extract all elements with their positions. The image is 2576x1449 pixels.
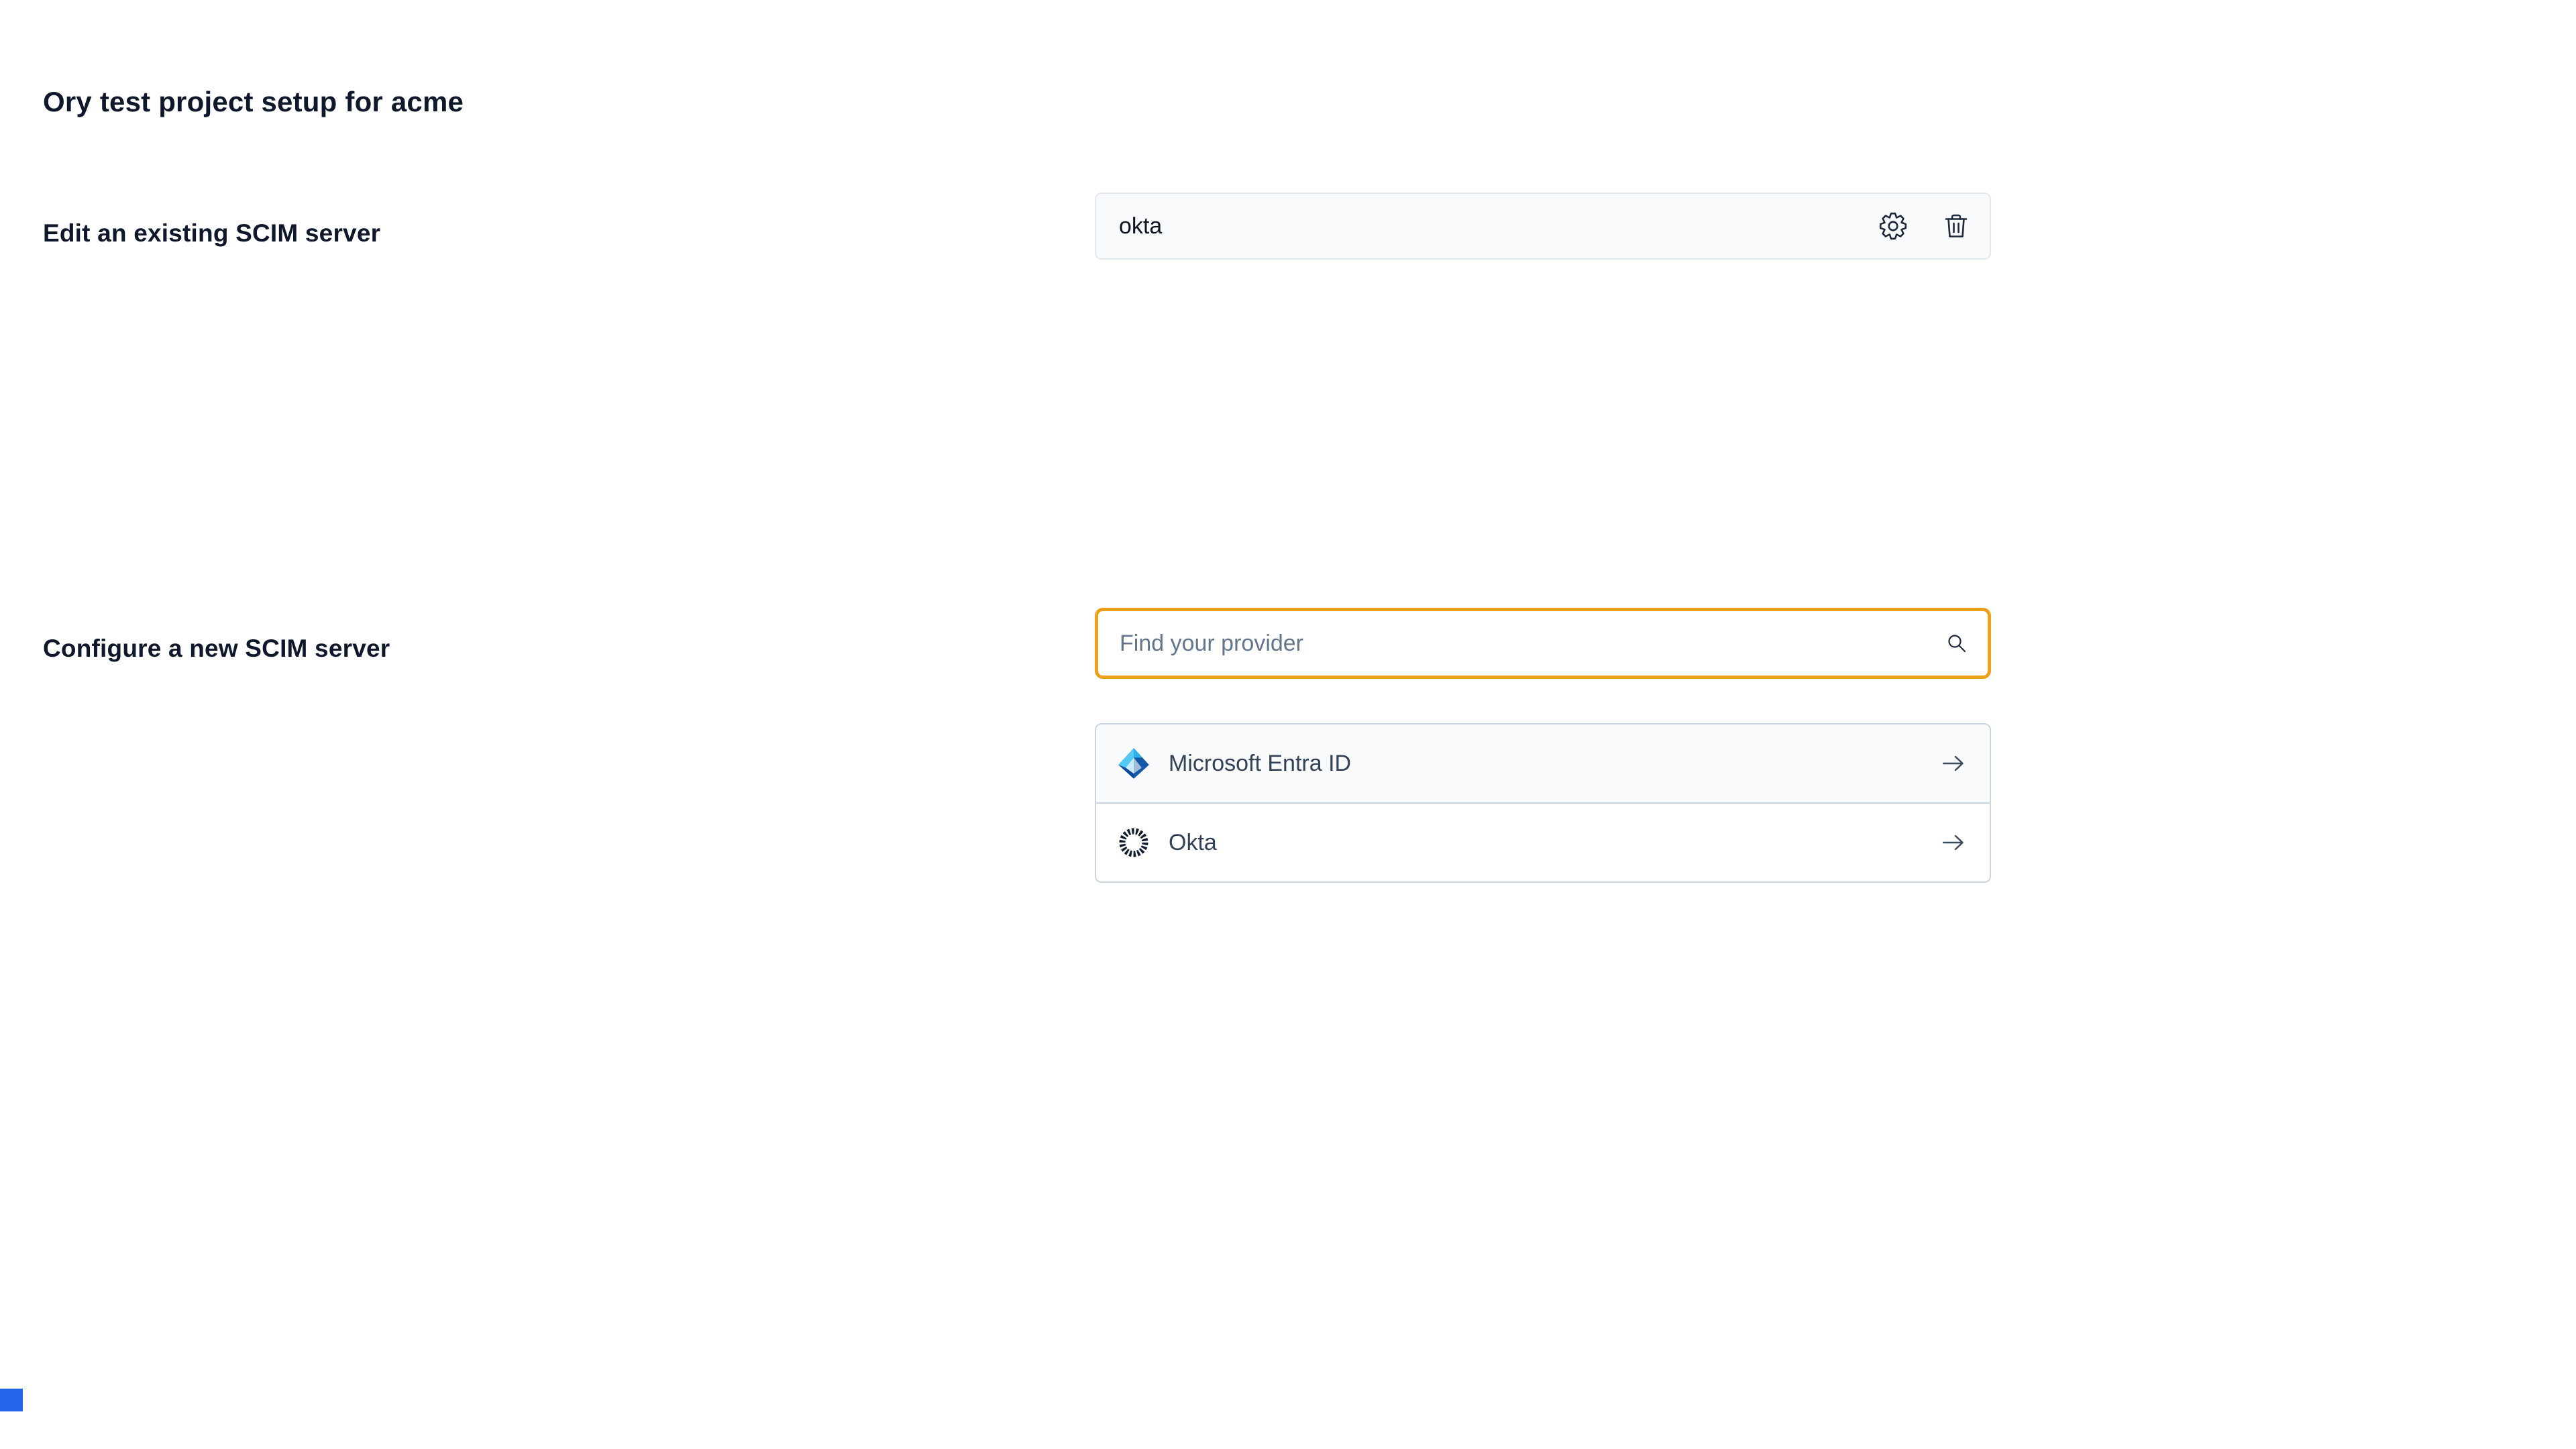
blue-square-artifact: [0, 1389, 23, 1411]
arrow-right-icon: [1939, 828, 1968, 857]
scim-setup-page: Ory test project setup for acme Edit an …: [0, 0, 2576, 1449]
gear-icon: [1878, 211, 1908, 241]
provider-name: Microsoft Entra ID: [1169, 751, 1939, 777]
search-icon: [1943, 630, 1970, 657]
okta-logo: [1116, 825, 1151, 860]
provider-list: Microsoft Entra ID Okta: [1095, 723, 1991, 883]
provider-name: Okta: [1169, 830, 1939, 856]
arrow-right-icon: [1939, 749, 1968, 778]
edit-scim-heading: Edit an existing SCIM server: [43, 219, 380, 248]
server-name: okta: [1119, 213, 1878, 239]
delete-server-button[interactable]: [1941, 211, 1971, 241]
configure-scim-heading: Configure a new SCIM server: [43, 635, 390, 663]
provider-search-box[interactable]: [1095, 608, 1991, 679]
provider-row-okta[interactable]: Okta: [1096, 802, 1990, 881]
provider-search-input[interactable]: [1118, 630, 1943, 657]
configure-server-button[interactable]: [1878, 211, 1908, 241]
microsoft-entra-id-logo: [1116, 746, 1151, 781]
page-title: Ory test project setup for acme: [43, 86, 464, 118]
existing-server-row[interactable]: okta: [1095, 193, 1991, 260]
provider-row-microsoft-entra-id[interactable]: Microsoft Entra ID: [1096, 724, 1990, 802]
trash-icon: [1941, 211, 1971, 241]
